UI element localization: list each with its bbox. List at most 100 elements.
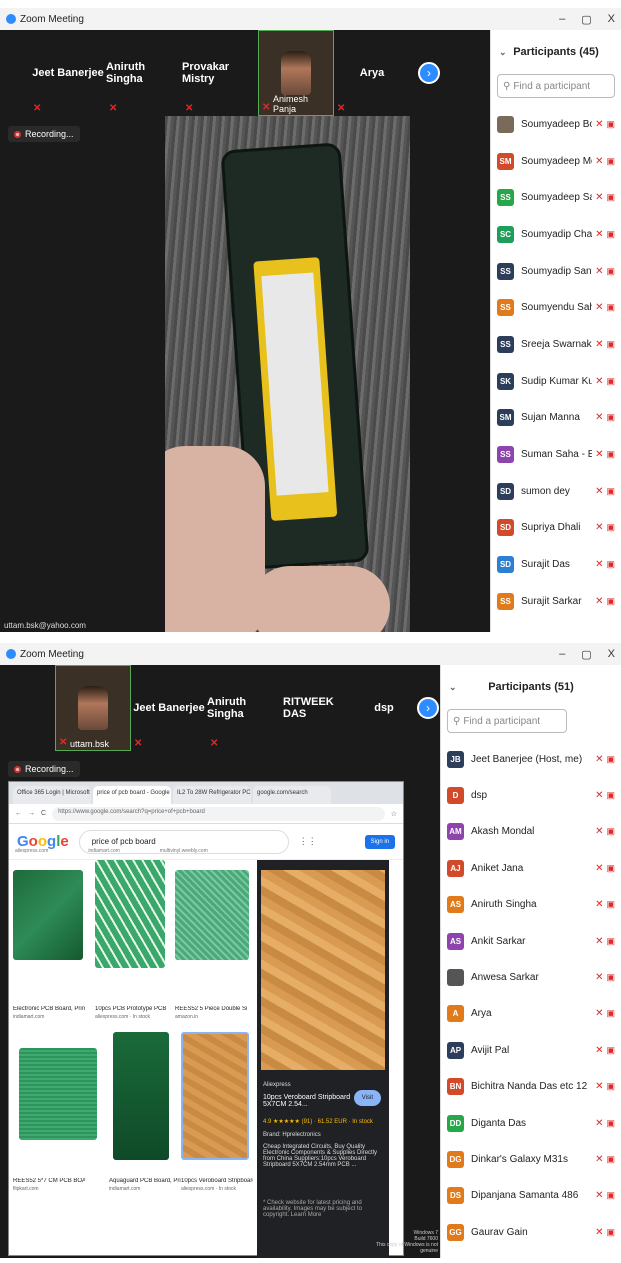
video-off-icon[interactable]: ▣: [606, 1045, 615, 1056]
preview-image[interactable]: [261, 870, 385, 1070]
maximize-button[interactable]: ▢: [581, 13, 591, 26]
participant-row[interactable]: DG Dinkar's Galaxy M31s ✕ ▣: [441, 1141, 621, 1177]
result-caption[interactable]: REES52 5 Piece Double Sided Prototype...: [175, 1006, 247, 1012]
forward-icon[interactable]: →: [28, 810, 35, 817]
participant-row[interactable]: SM Sujan Manna ✕ ▣: [491, 400, 621, 437]
reload-icon[interactable]: C: [41, 810, 46, 817]
minimize-button[interactable]: –: [559, 648, 565, 661]
participant-row[interactable]: SC Soumyadip Chakraborty ETC-514✕▣: [491, 216, 621, 253]
mic-muted-icon[interactable]: ✕: [595, 596, 603, 607]
chevron-down-icon[interactable]: ⌄: [499, 47, 507, 58]
mic-muted-icon[interactable]: ✕: [595, 826, 603, 837]
participant-row[interactable]: SK Sudip Kumar Kundu✕▣: [491, 363, 621, 400]
participant-row[interactable]: GG Gaurav Gain ✕ ▣: [441, 1214, 621, 1250]
mic-muted-icon[interactable]: ✕: [595, 863, 603, 874]
participant-row[interactable]: BN Bichitra Nanda Das etc 12 ✕ ▣: [441, 1069, 621, 1105]
video-off-icon[interactable]: ▣: [606, 754, 615, 765]
participant-row[interactable]: JB Jeet Banerjee (Host, me) ✕ ▣: [441, 741, 621, 777]
visit-button[interactable]: Visit: [353, 1090, 381, 1106]
result-caption[interactable]: REES52 5*7 CM PCB BOARD Electronic...: [13, 1178, 85, 1184]
mic-muted-icon[interactable]: ✕: [595, 1227, 603, 1238]
maximize-button[interactable]: ▢: [581, 648, 591, 661]
participant-row[interactable]: A Arya ✕ ▣: [441, 996, 621, 1032]
participant-row[interactable]: SS Sreeja Swarnakar✕▣: [491, 326, 621, 363]
mic-muted-icon[interactable]: ✕: [595, 412, 603, 423]
mic-muted-icon[interactable]: ✕: [595, 449, 603, 460]
mic-muted-icon[interactable]: ✕: [595, 1190, 603, 1201]
video-off-icon[interactable]: ▣: [606, 192, 615, 203]
participant-row[interactable]: SS Soumyendu Saha✕▣: [491, 289, 621, 326]
sign-in-button[interactable]: Sign in: [364, 834, 395, 849]
video-off-icon[interactable]: ▣: [606, 412, 615, 423]
mic-muted-icon[interactable]: ✕: [595, 1008, 603, 1019]
video-off-icon[interactable]: ▣: [606, 266, 615, 277]
participant-row[interactable]: SM Soumyadeep Mondal✕▣: [491, 143, 621, 180]
video-off-icon[interactable]: ▣: [606, 302, 615, 313]
mic-muted-icon[interactable]: ✕: [595, 119, 603, 130]
result-image[interactable]: [175, 870, 249, 960]
participant-row[interactable]: SS Soumyadeep Samaddar✕▣: [491, 179, 621, 216]
preview-store[interactable]: Aliexpress: [263, 1082, 383, 1088]
video-off-icon[interactable]: ▣: [606, 559, 615, 570]
participant-tile[interactable]: RITWEEK DAS: [283, 665, 359, 751]
video-off-icon[interactable]: ▣: [606, 1008, 615, 1019]
preview-title[interactable]: 10pcs Veroboard Stripboard 5X7CM 2.54...: [263, 1094, 353, 1108]
result-image[interactable]: [95, 860, 165, 968]
participant-row[interactable]: AS Aniruth Singha ✕ ▣: [441, 887, 621, 923]
video-off-icon[interactable]: ▣: [606, 863, 615, 874]
mic-muted-icon[interactable]: ✕: [595, 266, 603, 277]
search-input[interactable]: ⚲ Find a participant: [497, 74, 615, 98]
participant-tile[interactable]: Provakar Mistry ✕: [182, 30, 258, 116]
mic-muted-icon[interactable]: ✕: [595, 899, 603, 910]
video-off-icon[interactable]: ▣: [606, 1081, 615, 1092]
participant-tile[interactable]: Aniruth Singha ✕: [207, 665, 283, 751]
video-off-icon[interactable]: ▣: [606, 156, 615, 167]
recording-indicator[interactable]: Recording...: [8, 126, 80, 142]
next-page-button[interactable]: ›: [418, 62, 440, 84]
mic-muted-icon[interactable]: ✕: [595, 1118, 603, 1129]
participant-row[interactable]: SD sumon dey ✕ ▣: [491, 473, 621, 510]
participant-row[interactable]: AJ Aniket Jana ✕ ▣: [441, 850, 621, 886]
video-off-icon[interactable]: ▣: [606, 1154, 615, 1165]
browser-tab[interactable]: price of pcb board - Google Se: [93, 786, 171, 804]
browser-tab[interactable]: google.com/search: [253, 786, 331, 804]
participant-row[interactable]: AP Avijit Pal ✕ ▣: [441, 1032, 621, 1068]
url-input[interactable]: https://www.google.com/search?q=price+of…: [52, 806, 385, 821]
participant-row[interactable]: Ddsp ✕ ▣: [441, 777, 621, 813]
mic-muted-icon[interactable]: ✕: [595, 302, 603, 313]
mic-muted-icon[interactable]: ✕: [595, 754, 603, 765]
participant-tile[interactable]: Jeet Banerjee ✕: [30, 30, 106, 116]
video-off-icon[interactable]: ▣: [606, 1227, 615, 1238]
video-off-icon[interactable]: ▣: [606, 486, 615, 497]
video-off-icon[interactable]: ▣: [606, 1190, 615, 1201]
mic-muted-icon[interactable]: ✕: [595, 790, 603, 801]
video-off-icon[interactable]: ▣: [606, 522, 615, 533]
result-image[interactable]: [19, 1048, 97, 1140]
video-off-icon[interactable]: ▣: [606, 229, 615, 240]
video-off-icon[interactable]: ▣: [606, 972, 615, 983]
mic-muted-icon[interactable]: ✕: [595, 486, 603, 497]
participant-row[interactable]: Soumyadeep Boyal ETCE - 512✕▣: [491, 106, 621, 143]
video-off-icon[interactable]: ▣: [606, 826, 615, 837]
mic-muted-icon[interactable]: ✕: [595, 1154, 603, 1165]
video-off-icon[interactable]: ▣: [606, 790, 615, 801]
mic-muted-icon[interactable]: ✕: [595, 339, 603, 350]
result-caption[interactable]: 10pcs PCB Prototype PCB Board Cir...: [95, 1006, 167, 1012]
mic-muted-icon[interactable]: ✕: [595, 936, 603, 947]
mic-muted-icon[interactable]: ✕: [595, 229, 603, 240]
mic-muted-icon[interactable]: ✕: [595, 192, 603, 203]
video-off-icon[interactable]: ▣: [606, 899, 615, 910]
video-off-icon[interactable]: ▣: [606, 376, 615, 387]
chevron-down-icon[interactable]: ⌄: [449, 682, 457, 693]
mic-muted-icon[interactable]: ✕: [595, 522, 603, 533]
video-off-icon[interactable]: ▣: [606, 449, 615, 460]
back-icon[interactable]: ←: [15, 810, 22, 817]
participant-tile[interactable]: Aniruth Singha ✕: [106, 30, 182, 116]
participant-row[interactable]: DS Dipanjana Samanta 486 ✕ ▣: [441, 1178, 621, 1214]
participant-tile[interactable]: Arya ✕: [334, 30, 410, 116]
result-caption[interactable]: Aquaguard PCB Board, Printed C...: [109, 1178, 181, 1184]
participant-row[interactable]: SD Surajit Das ✕ ▣: [491, 546, 621, 583]
participant-row[interactable]: Anwesa Sarkar ✕ ▣: [441, 959, 621, 995]
mic-muted-icon[interactable]: ✕: [595, 376, 603, 387]
video-off-icon[interactable]: ▣: [606, 339, 615, 350]
